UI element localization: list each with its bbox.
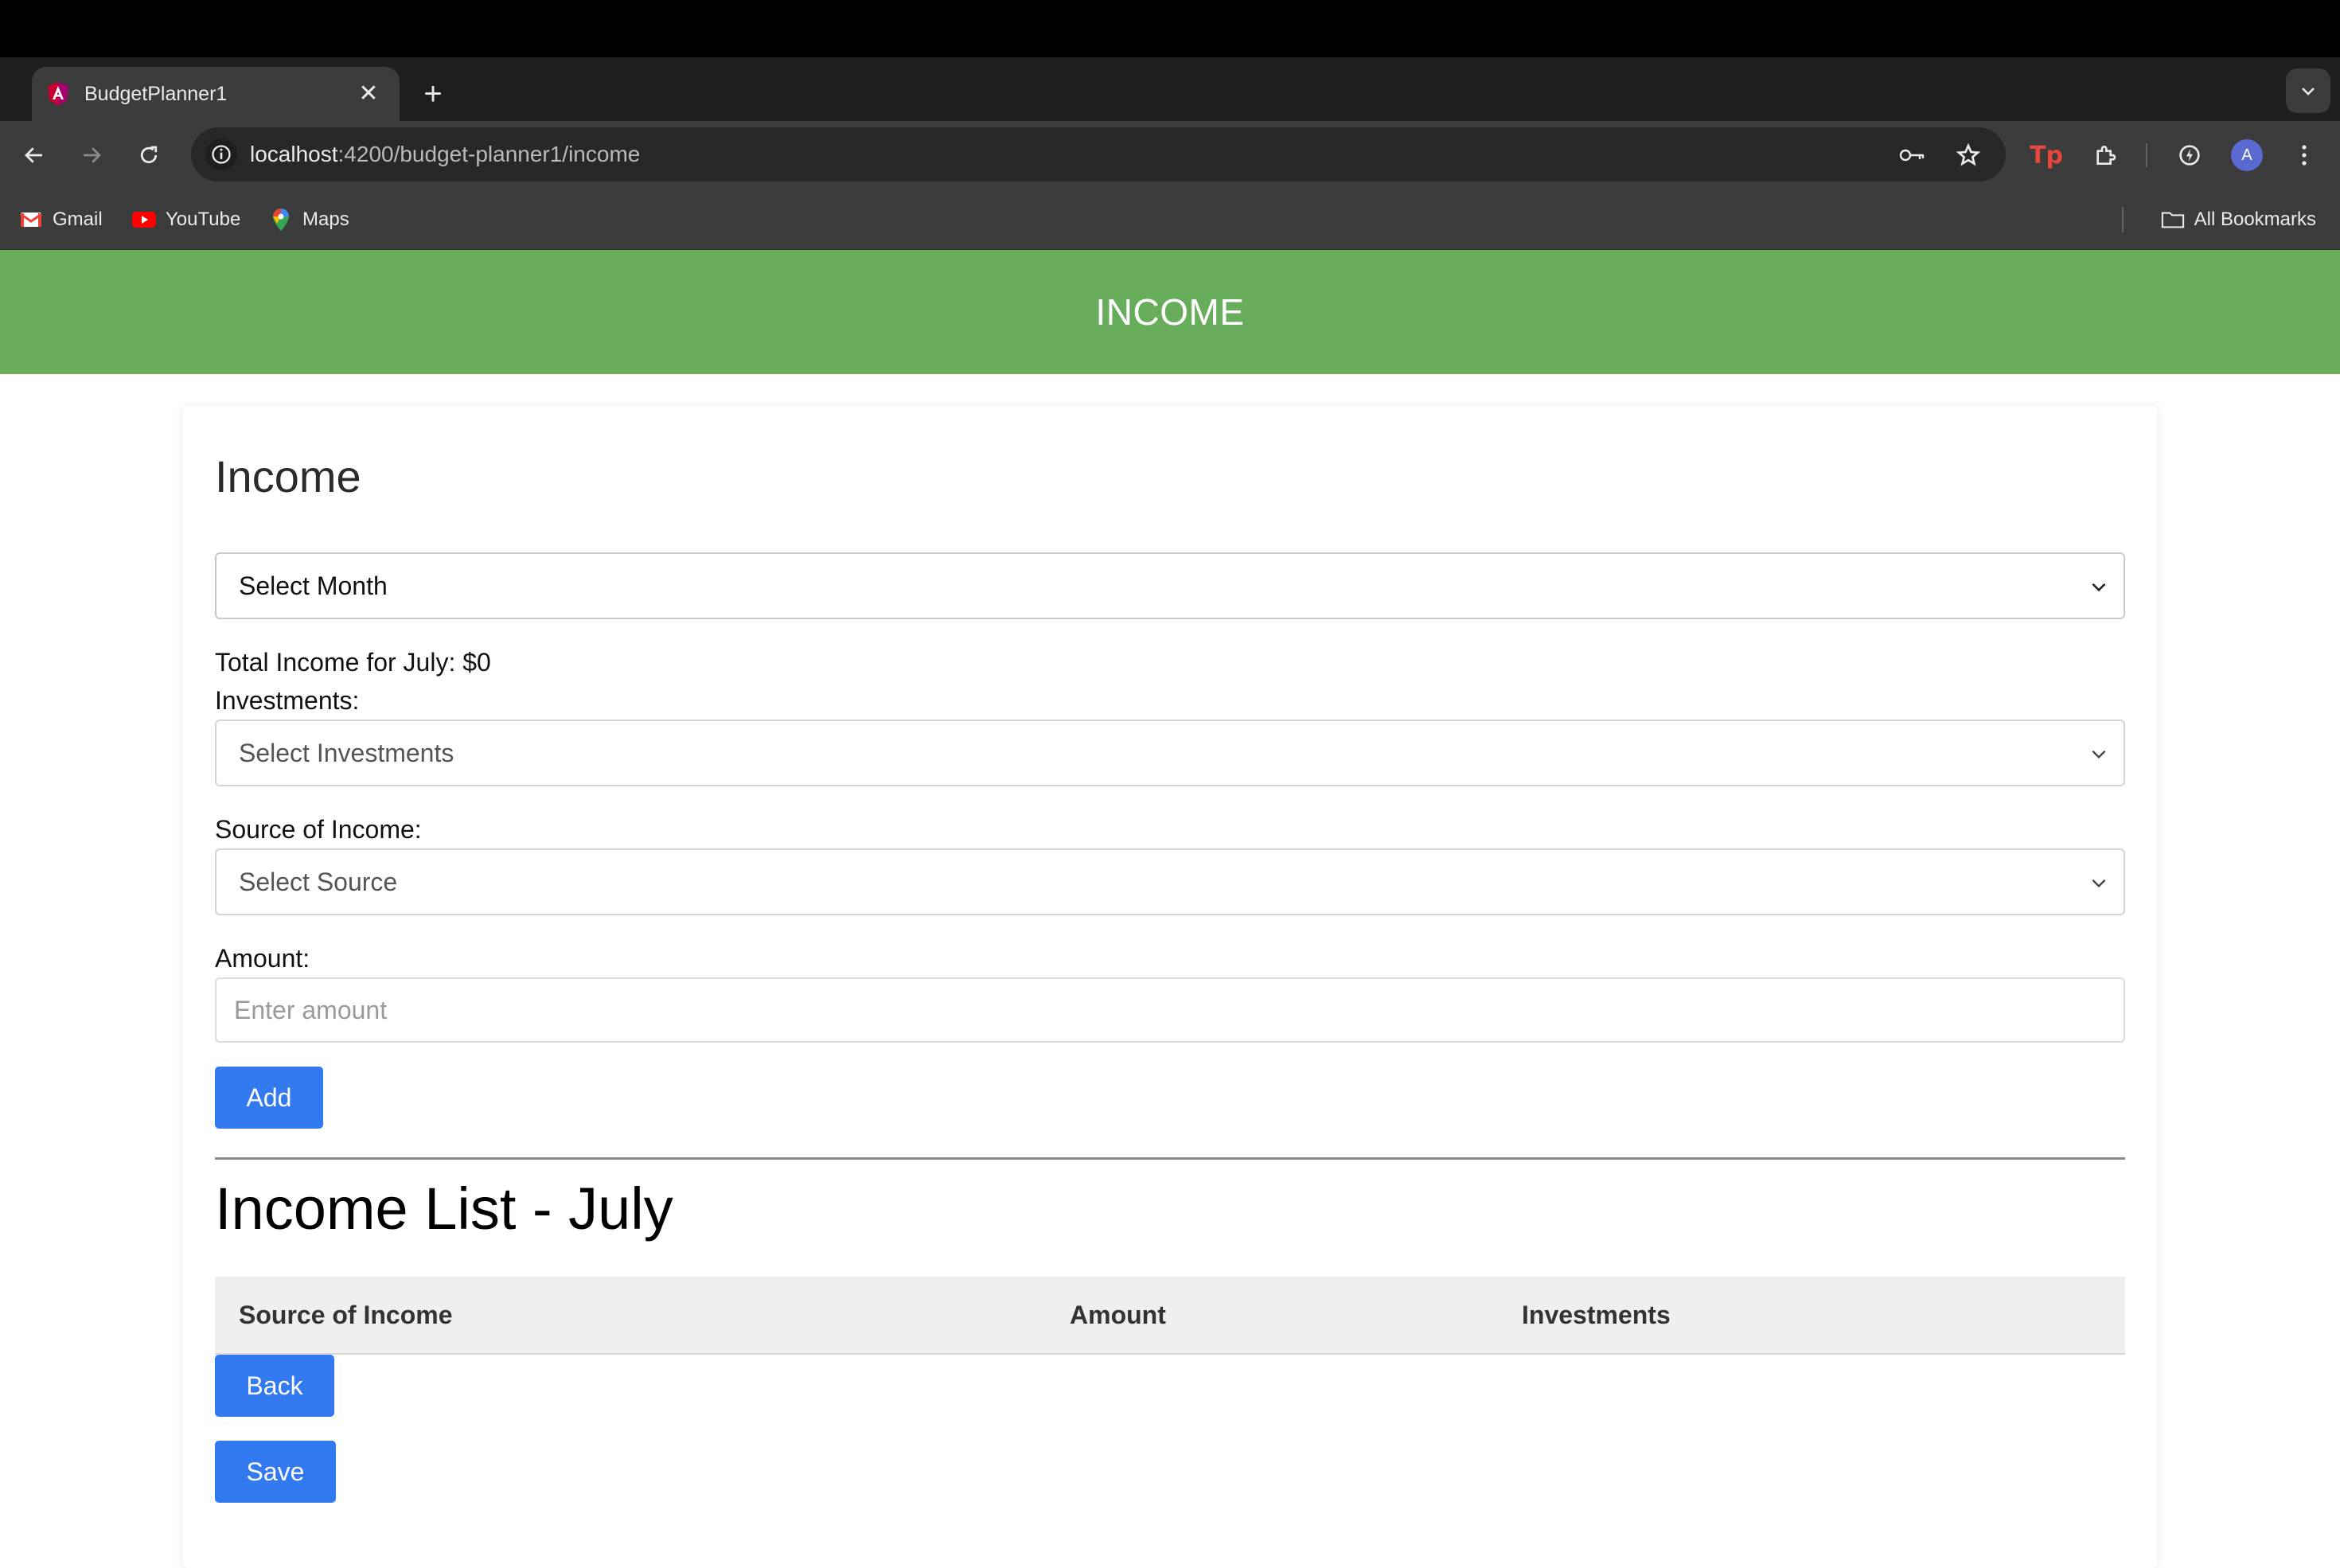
back-button[interactable]: Back: [215, 1355, 334, 1417]
site-info-icon[interactable]: [205, 138, 237, 170]
tp-extension-icon[interactable]: Tp: [2028, 137, 2065, 174]
bookmark-gmail[interactable]: Gmail: [19, 204, 103, 236]
toolbar-separator: [2146, 143, 2147, 167]
chevron-down-icon: [2092, 750, 2106, 759]
angular-icon: [45, 80, 72, 107]
app-header-title: INCOME: [1095, 291, 1245, 333]
performance-icon[interactable]: [2171, 137, 2208, 174]
profile-avatar[interactable]: A: [2229, 137, 2265, 174]
browser-tab[interactable]: BudgetPlanner1 ✕: [32, 67, 400, 121]
source-select-value: Select Source: [239, 867, 398, 896]
income-table-header: Source of Income Amount Investments: [215, 1277, 2125, 1355]
window-top-bar: [0, 0, 2340, 57]
source-select[interactable]: Select Source: [215, 848, 2125, 915]
browser-toolbar: localhost:4200/budget-planner1/income Tp…: [0, 121, 2340, 189]
folder-icon: [2161, 208, 2185, 232]
new-tab-icon[interactable]: +: [415, 78, 450, 113]
investments-select[interactable]: Select Investments: [215, 720, 2125, 786]
more-menu-icon[interactable]: [2286, 137, 2322, 174]
tab-close-icon[interactable]: ✕: [355, 80, 382, 107]
source-label: Source of Income:: [215, 815, 422, 844]
all-bookmarks-button[interactable]: All Bookmarks: [2161, 204, 2316, 236]
bookmarks-separator: [2122, 207, 2124, 232]
chevron-down-icon: [2092, 583, 2106, 592]
gmail-icon: [19, 208, 43, 232]
password-key-icon[interactable]: [1896, 138, 1929, 172]
bookmark-star-icon[interactable]: [1952, 138, 1985, 172]
app-header: INCOME: [0, 250, 2340, 374]
add-button[interactable]: Add: [215, 1067, 323, 1129]
column-header-source: Source of Income: [239, 1301, 453, 1329]
amount-input[interactable]: [215, 977, 2125, 1043]
bookmarks-bar: Gmail YouTube Maps All Bookmarks: [0, 189, 2340, 250]
url-text: localhost:4200/budget-planner1/income: [250, 142, 641, 166]
extensions-puzzle-icon[interactable]: [2087, 137, 2124, 174]
investments-select-value: Select Investments: [239, 738, 454, 767]
bookmark-youtube[interactable]: YouTube: [132, 204, 240, 236]
forward-arrow-icon[interactable]: [73, 137, 110, 174]
address-bar[interactable]: localhost:4200/budget-planner1/income: [191, 127, 2006, 181]
youtube-icon: [132, 208, 156, 232]
maps-icon: [269, 208, 293, 232]
total-income-text: Total Income for July: $0: [215, 648, 491, 677]
chevron-down-icon: [2092, 879, 2106, 888]
divider: [215, 1157, 2125, 1160]
income-list-heading: Income List - July: [215, 1176, 673, 1242]
column-header-amount: Amount: [1070, 1301, 1166, 1329]
amount-label: Amount:: [215, 944, 310, 973]
reload-icon[interactable]: [131, 137, 167, 174]
month-select[interactable]: Select Month: [215, 552, 2125, 619]
save-button[interactable]: Save: [215, 1441, 336, 1503]
tab-search-button[interactable]: [2286, 68, 2330, 113]
back-arrow-icon[interactable]: [16, 137, 53, 174]
tab-strip: BudgetPlanner1 ✕ +: [0, 57, 2340, 121]
income-card: Income Select Month Total Income for Jul…: [183, 406, 2157, 1568]
column-header-investments: Investments: [1522, 1301, 1671, 1329]
tab-title: BudgetPlanner1: [84, 82, 228, 105]
month-select-value: Select Month: [239, 571, 388, 600]
investments-label: Investments:: [215, 686, 360, 715]
chevron-down-icon: [2302, 88, 2315, 96]
income-heading: Income: [215, 451, 361, 501]
bookmark-maps[interactable]: Maps: [269, 204, 349, 236]
